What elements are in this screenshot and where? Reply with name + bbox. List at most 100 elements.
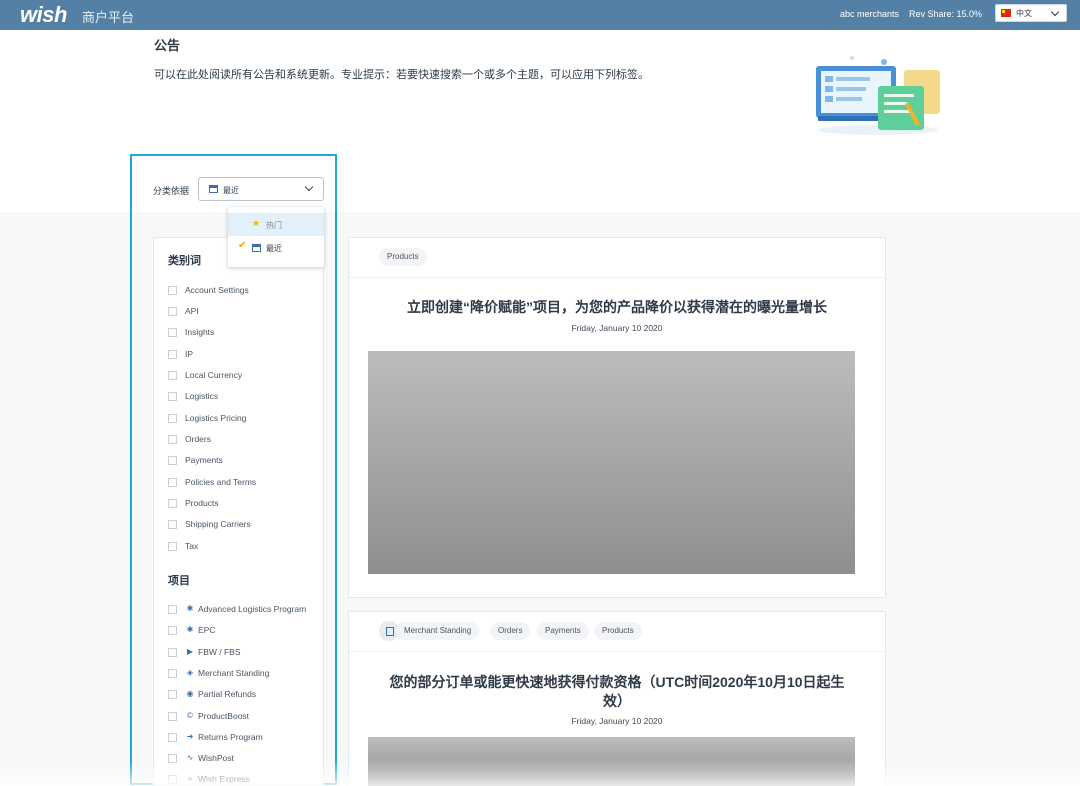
category-label: Account Settings (185, 285, 249, 295)
wish-logo[interactable]: wish (20, 2, 67, 28)
program-option[interactable]: » Wish Express (168, 773, 324, 786)
filter-card: 类别词 Account Settings API Insights IP Loc… (153, 237, 324, 786)
category-option[interactable]: API (168, 305, 324, 319)
checkbox[interactable] (168, 435, 177, 444)
express-icon: » (187, 774, 193, 783)
gear-icon: ✱ (186, 625, 194, 634)
program-label: Advanced Logistics Program (198, 604, 307, 614)
checkbox[interactable] (168, 478, 177, 487)
china-flag-icon (1001, 9, 1011, 17)
checkbox[interactable] (168, 542, 177, 551)
sort-options-menu: ★ 热门 ✔ 最近 (228, 207, 324, 267)
program-option[interactable]: ✱ EPC (168, 624, 324, 638)
program-option[interactable]: ◉ Partial Refunds (168, 688, 324, 702)
sort-option-popular[interactable]: ★ 热门 (228, 213, 324, 236)
category-label: API (185, 306, 199, 316)
checkbox[interactable] (168, 392, 177, 401)
gear-icon: ✱ (186, 604, 194, 613)
announcement-title[interactable]: 您的部分订单或能更快速地获得付款资格（UTC时间2020年10月10日起生效） (369, 673, 865, 711)
program-label: FBW / FBS (198, 647, 241, 657)
announcement-date: Friday, January 10 2020 (571, 323, 663, 333)
checkbox[interactable] (168, 456, 177, 465)
program-option[interactable]: ▶ FBW / FBS (168, 646, 324, 660)
category-option[interactable]: Policies and Terms (168, 476, 324, 490)
page-description: 可以在此处阅读所有公告和系统更新。专业提示：若要快速搜索一个或多个主题，可以应用… (154, 69, 649, 81)
category-option[interactable]: Local Currency (168, 369, 324, 383)
language-value: 中文 (1016, 9, 1032, 18)
checkbox[interactable] (168, 648, 177, 657)
checkbox[interactable] (168, 712, 177, 721)
category-option[interactable]: Logistics Pricing (168, 412, 324, 426)
checkbox[interactable] (168, 605, 177, 614)
checkbox[interactable] (168, 371, 177, 380)
program-option[interactable]: ➜ Returns Program (168, 731, 324, 745)
category-option[interactable]: Products (168, 497, 324, 511)
checkbox[interactable] (168, 626, 177, 635)
checkbox[interactable] (168, 328, 177, 337)
checkbox[interactable] (168, 669, 177, 678)
announcement-illustration-icon (816, 56, 940, 135)
merchant-name[interactable]: abc merchants (840, 9, 899, 19)
sort-dropdown[interactable]: 最近 (198, 177, 324, 201)
announcement-card[interactable]: Products 立即创建“降价赋能”项目，为您的产品降价以获得潜在的曝光量增长… (348, 237, 886, 598)
category-label: Shipping Carriers (185, 519, 251, 529)
calendar-icon (252, 244, 261, 252)
category-option[interactable]: IP (168, 348, 324, 362)
checkbox[interactable] (168, 499, 177, 508)
checkbox[interactable] (168, 307, 177, 316)
checkbox[interactable] (168, 350, 177, 359)
checkbox[interactable] (168, 414, 177, 423)
program-label: EPC (198, 625, 216, 635)
checkbox[interactable] (168, 754, 177, 763)
category-option[interactable]: Tax (168, 540, 324, 554)
language-select[interactable]: 中文 (995, 4, 1067, 22)
checkbox[interactable] (168, 733, 177, 742)
page-title: 公告 (154, 38, 181, 53)
checkbox[interactable] (168, 690, 177, 699)
return-icon: ➜ (186, 732, 194, 741)
checkbox[interactable] (168, 775, 177, 784)
category-group-title: 类别词 (168, 255, 201, 267)
category-label: Local Currency (185, 370, 243, 380)
tag-merchant-standing[interactable]: Merchant Standing (396, 622, 480, 640)
program-label: WishPost (198, 753, 234, 763)
program-option[interactable]: ✱ Advanced Logistics Program (168, 603, 324, 617)
category-label: Orders (185, 434, 211, 444)
checkbox[interactable] (168, 520, 177, 529)
program-label: Partial Refunds (198, 689, 257, 699)
sort-label: 分类依据 (153, 186, 190, 196)
category-option[interactable]: Payments (168, 454, 324, 468)
tag-products[interactable]: Products (594, 622, 642, 640)
calendar-icon (209, 185, 218, 193)
category-label: Products (185, 498, 219, 508)
category-option[interactable]: Orders (168, 433, 324, 447)
announcement-image (368, 737, 855, 786)
tag-products[interactable]: Products (379, 248, 427, 266)
category-label: Policies and Terms (185, 477, 257, 487)
category-label: Logistics (185, 391, 219, 401)
program-option[interactable]: ∿ WishPost (168, 752, 324, 766)
program-option[interactable]: © ProductBoost (168, 710, 324, 724)
tag-orders[interactable]: Orders (490, 622, 531, 640)
category-option[interactable]: Shipping Carriers (168, 518, 324, 532)
sort-option-recent[interactable]: ✔ 最近 (228, 236, 324, 259)
sort-option-label: 热门 (266, 221, 282, 230)
sort-option-label: 最近 (266, 244, 282, 253)
platform-name: 商户平台 (82, 10, 135, 25)
category-label: Payments (185, 455, 223, 465)
program-label: Returns Program (198, 732, 263, 742)
announcement-title[interactable]: 立即创建“降价赋能”项目，为您的产品降价以获得潜在的曝光量增长 (369, 298, 865, 317)
category-option[interactable]: Logistics (168, 390, 324, 404)
category-option[interactable]: Account Settings (168, 284, 324, 298)
program-label: ProductBoost (198, 711, 250, 721)
category-label: IP (185, 349, 194, 359)
checkbox[interactable] (168, 286, 177, 295)
chevron-down-icon (304, 182, 314, 192)
announcement-image (368, 351, 855, 574)
shield-icon: ◈ (186, 668, 194, 677)
announcement-date: Friday, January 10 2020 (571, 716, 663, 726)
tag-payments[interactable]: Payments (537, 622, 589, 640)
category-option[interactable]: Insights (168, 326, 324, 340)
announcement-card[interactable]: Merchant Standing Orders Payments Produc… (348, 611, 886, 786)
program-option[interactable]: ◈ Merchant Standing (168, 667, 324, 681)
